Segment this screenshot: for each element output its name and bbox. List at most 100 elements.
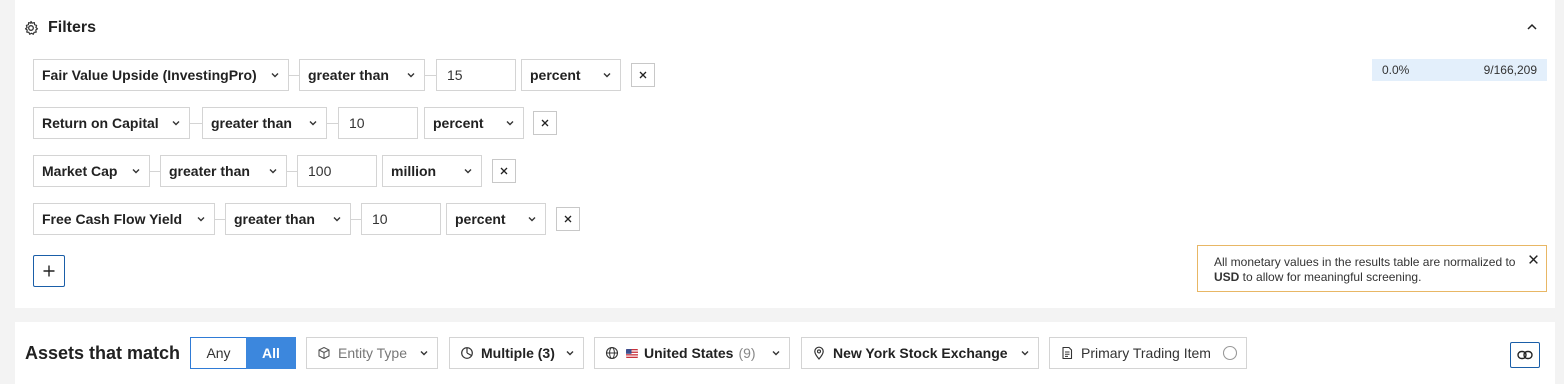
- connector: [425, 75, 436, 76]
- pie-chart-icon: [461, 347, 473, 359]
- filter-unit-select[interactable]: percent: [446, 203, 546, 235]
- chevron-down-icon: [771, 348, 781, 358]
- filter-operator-label: greater than: [308, 67, 389, 83]
- filters-panel: Filters Fair Value Upside (InvestingPro)…: [15, 0, 1555, 308]
- remove-filter-button[interactable]: [631, 63, 655, 87]
- country-count: (9): [738, 345, 756, 361]
- filter-operator-select[interactable]: greater than: [160, 155, 287, 187]
- primary-trading-label: Primary Trading Item: [1081, 345, 1211, 361]
- us-flag-icon: [626, 348, 638, 358]
- filter-metric-select[interactable]: Free Cash Flow Yield: [33, 203, 215, 235]
- chevron-down-icon: [406, 70, 416, 80]
- chevron-down-icon: [602, 70, 612, 80]
- filter-operator-select[interactable]: greater than: [299, 59, 425, 91]
- filter-operator-label: greater than: [234, 211, 315, 227]
- chevron-down-icon: [196, 214, 206, 224]
- connector: [287, 171, 297, 172]
- filter-metric-select[interactable]: Fair Value Upside (InvestingPro): [33, 59, 289, 91]
- match-mode-toggle: Any All: [190, 337, 296, 369]
- connector: [351, 219, 361, 220]
- chevron-down-icon: [527, 214, 537, 224]
- chevron-down-icon: [1020, 348, 1030, 358]
- entity-type-select[interactable]: Entity Type: [306, 337, 438, 369]
- filter-operator-select[interactable]: greater than: [202, 107, 327, 139]
- filter-unit-label: million: [391, 163, 437, 179]
- assets-panel: Assets that match Any All Entity Type Mu…: [15, 322, 1555, 384]
- chevron-down-icon: [332, 214, 342, 224]
- connector: [190, 123, 202, 124]
- notice-text-before: All monetary values in the results table…: [1214, 255, 1516, 269]
- notice-currency: USD: [1214, 270, 1240, 284]
- filter-metric-label: Free Cash Flow Yield: [42, 211, 183, 227]
- chevron-down-icon: [171, 118, 181, 128]
- country-select[interactable]: United States (9): [594, 337, 790, 369]
- chevron-down-icon: [131, 166, 141, 176]
- copy-link-button[interactable]: [1510, 342, 1540, 368]
- match-count: 9/166,209: [1483, 63, 1537, 77]
- plus-icon: [43, 265, 55, 277]
- chevron-down-icon: [505, 118, 515, 128]
- filters-header[interactable]: Filters: [23, 18, 96, 38]
- filter-metric-select[interactable]: Return on Capital: [33, 107, 190, 139]
- filter-unit-label: percent: [433, 115, 484, 131]
- chevron-down-icon: [268, 166, 278, 176]
- filter-metric-label: Fair Value Upside (InvestingPro): [42, 67, 257, 83]
- filter-metric-label: Market Cap: [42, 163, 118, 179]
- match-percent: 0.0%: [1382, 63, 1410, 77]
- filter-unit-label: percent: [530, 67, 581, 83]
- filter-unit-select[interactable]: million: [382, 155, 482, 187]
- location-pin-icon: [814, 346, 824, 360]
- close-icon: [638, 70, 648, 80]
- filter-value-input[interactable]: 10: [361, 203, 441, 235]
- period-select[interactable]: Multiple (3): [449, 337, 584, 369]
- match-stats-bar: 0.0% 9/166,209: [1372, 59, 1547, 81]
- currency-notice: All monetary values in the results table…: [1197, 245, 1547, 292]
- radio-icon[interactable]: [1222, 345, 1238, 361]
- connector: [289, 75, 299, 76]
- filter-operator-select[interactable]: greater than: [225, 203, 351, 235]
- link-icon: [1517, 350, 1533, 360]
- close-icon: [499, 166, 509, 176]
- connector: [150, 171, 160, 172]
- notice-text-after: to allow for meaningful screening.: [1239, 270, 1422, 284]
- close-icon[interactable]: [1528, 254, 1539, 265]
- close-icon: [540, 118, 550, 128]
- connector: [327, 123, 338, 124]
- filter-operator-label: greater than: [169, 163, 250, 179]
- chevron-down-icon: [419, 348, 429, 358]
- filter-unit-select[interactable]: percent: [521, 59, 621, 91]
- add-filter-button[interactable]: [33, 255, 65, 287]
- remove-filter-button[interactable]: [492, 159, 516, 183]
- assets-title: Assets that match: [25, 343, 181, 363]
- primary-trading-toggle[interactable]: Primary Trading Item: [1049, 337, 1247, 369]
- chevron-up-icon[interactable]: [1525, 20, 1539, 34]
- chevron-down-icon: [270, 70, 280, 80]
- toggle-all[interactable]: All: [246, 337, 296, 369]
- gear-icon: [24, 20, 39, 35]
- filter-metric-select[interactable]: Market Cap: [33, 155, 150, 187]
- cube-icon: [318, 346, 330, 360]
- remove-filter-button[interactable]: [556, 207, 580, 231]
- filter-unit-label: percent: [455, 211, 506, 227]
- chevron-down-icon: [565, 348, 575, 358]
- toggle-any[interactable]: Any: [190, 337, 246, 369]
- chevron-down-icon: [463, 166, 473, 176]
- connector: [215, 219, 225, 220]
- filter-value-input[interactable]: 100: [297, 155, 377, 187]
- chevron-down-icon: [308, 118, 318, 128]
- exchange-label: New York Stock Exchange: [833, 345, 1008, 361]
- filter-value-input[interactable]: 15: [436, 59, 516, 91]
- filter-unit-select[interactable]: percent: [424, 107, 524, 139]
- filters-title: Filters: [48, 19, 97, 36]
- filter-metric-label: Return on Capital: [42, 115, 159, 131]
- remove-filter-button[interactable]: [533, 111, 557, 135]
- entity-type-label: Entity Type: [338, 345, 408, 361]
- globe-icon: [605, 346, 619, 360]
- close-icon: [563, 214, 573, 224]
- filter-operator-label: greater than: [211, 115, 292, 131]
- period-label: Multiple (3): [481, 345, 555, 361]
- filter-value-input[interactable]: 10: [338, 107, 418, 139]
- country-label: United States: [644, 345, 734, 361]
- exchange-select[interactable]: New York Stock Exchange: [801, 337, 1039, 369]
- document-icon: [1062, 346, 1073, 360]
